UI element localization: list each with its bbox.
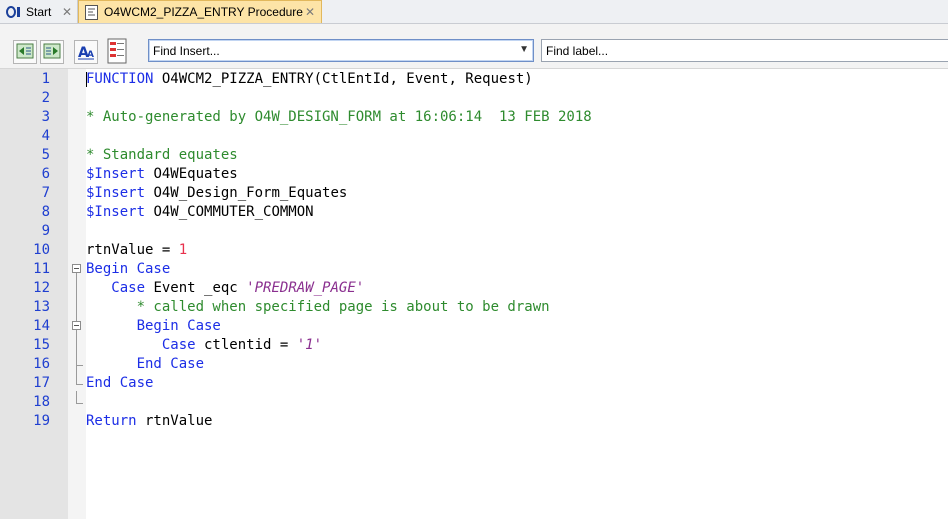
fold-toggle-line-14-icon[interactable] (72, 321, 81, 330)
outdent-icon (16, 43, 34, 62)
code-line[interactable]: $Insert O4W_Design_Form_Equates (86, 184, 347, 203)
code-line[interactable]: * called when specified page is about to… (86, 298, 550, 317)
line-number: 19 (33, 413, 50, 429)
code-token: O4W_Design_Form_Equates (145, 185, 348, 201)
line-number-gutter: 1 2 3 4 5 6 7 8 9 10 11 12 13 14 15 16 17 18 19 (0, 69, 68, 519)
event-list-button[interactable] (106, 38, 128, 66)
code-token: Case (161, 337, 196, 353)
code-token: Case (111, 280, 146, 296)
code-token: * Standard equates (86, 147, 238, 163)
fold-toggle-line-11-icon[interactable] (72, 264, 81, 273)
fold-end-line-17 (76, 384, 83, 385)
find-label-value: Find label... (546, 44, 609, 58)
line-number: 11 (33, 261, 50, 277)
code-token: * Auto-generated by O4W_DESIGN_FORM at 1… (86, 109, 592, 125)
line-number: 9 (41, 223, 50, 239)
toolbar: A A Find Insert... ▼ Find label... (0, 24, 948, 69)
code-token: $Insert (86, 185, 146, 201)
line-number: 8 (41, 204, 50, 220)
code-line[interactable]: Begin Case (86, 317, 221, 336)
font-size-icon: A A (77, 42, 95, 63)
indent-icon (43, 43, 61, 62)
code-line[interactable]: Return rtnValue (86, 412, 212, 431)
code-token: rtnValue = (86, 242, 179, 258)
find-label-dropdown[interactable]: Find label... (541, 39, 948, 62)
outdent-button[interactable] (13, 40, 37, 64)
line-number: 6 (41, 166, 50, 182)
line-number: 2 (41, 90, 50, 106)
line-number: 10 (33, 242, 50, 258)
code-token: rtnValue (136, 413, 213, 429)
code-line[interactable]: $Insert O4WEquates (86, 165, 238, 184)
code-line[interactable]: Begin Case (86, 260, 170, 279)
code-token: 1 (178, 242, 188, 258)
font-size-button[interactable]: A A (74, 40, 98, 64)
fold-guide-line-18 (76, 391, 77, 403)
code-editor[interactable]: 1 2 3 4 5 6 7 8 9 10 11 12 13 14 15 16 17 18 19 FUNCTION O… (0, 69, 948, 519)
code-token: FUNCTION (86, 71, 154, 87)
line-number: 1 (41, 71, 50, 87)
tab-start[interactable]: Start ✕ (0, 0, 78, 23)
procedure-document-icon (85, 4, 98, 20)
find-insert-dropdown[interactable]: Find Insert... ▼ (148, 39, 534, 62)
code-token: O4W_COMMUTER_COMMON (145, 204, 314, 220)
line-number: 13 (33, 299, 50, 315)
code-line[interactable]: rtnValue = 1 (86, 241, 187, 260)
chevron-down-icon[interactable]: ▼ (519, 44, 529, 55)
code-token: Begin Case (136, 318, 221, 334)
code-line[interactable]: Case Event _eqc 'PREDRAW_PAGE' (86, 279, 364, 298)
code-line[interactable]: Case ctlentid = '1' (86, 336, 322, 355)
code-token: Event _eqc (145, 280, 247, 296)
line-number: 7 (41, 185, 50, 201)
code-token: O4WEquates (145, 166, 238, 182)
line-number: 15 (33, 337, 50, 353)
tab-start-label: Start (26, 4, 52, 19)
fold-end-line-16 (76, 365, 83, 366)
code-line[interactable]: * Standard equates (86, 146, 238, 165)
line-number: 5 (41, 147, 50, 163)
code-token: * called when specified page is about to… (86, 299, 550, 315)
code-token: $Insert (86, 166, 146, 182)
code-line[interactable]: End Case (86, 374, 153, 393)
code-line[interactable]: $Insert O4W_COMMUTER_COMMON (86, 203, 314, 222)
code-token: 'PREDRAW_PAGE' (246, 280, 365, 296)
line-number: 3 (41, 109, 50, 125)
fold-margin (68, 69, 86, 519)
close-tab-start-icon[interactable]: ✕ (62, 5, 72, 19)
code-token: End Case (86, 375, 154, 391)
code-line[interactable]: End Case (86, 355, 204, 374)
line-number: 18 (33, 394, 50, 410)
line-number: 16 (33, 356, 50, 372)
indent-button[interactable] (40, 40, 64, 64)
code-token: Return (86, 413, 137, 429)
line-number: 12 (33, 280, 50, 296)
line-number: 4 (41, 128, 50, 144)
tab-bar: Start ✕ O4WCM2_PIZZA_ENTRY Procedure ✕ (0, 0, 948, 24)
line-number: 14 (33, 318, 50, 334)
close-tab-procedure-icon[interactable]: ✕ (305, 5, 315, 19)
line-number: 17 (33, 375, 50, 391)
code-token: End Case (136, 356, 205, 372)
code-token: '1' (296, 337, 323, 353)
code-token: $Insert (86, 204, 146, 220)
code-line[interactable]: * Auto-generated by O4W_DESIGN_FORM at 1… (86, 108, 592, 127)
oi-logo-icon (6, 5, 22, 18)
code-token: ctlentid = (195, 337, 297, 353)
code-token: O4WCM2_PIZZA_ENTRY(CtlEntId, Event, Requ… (153, 71, 533, 87)
event-list-icon (107, 38, 127, 67)
tab-procedure-label: O4WCM2_PIZZA_ENTRY Procedure (104, 5, 303, 19)
code-line[interactable]: FUNCTION O4WCM2_PIZZA_ENTRY(CtlEntId, Ev… (86, 70, 533, 89)
text-caret (86, 72, 87, 87)
tab-procedure[interactable]: O4WCM2_PIZZA_ENTRY Procedure ✕ (78, 0, 322, 23)
code-token: Begin Case (86, 261, 171, 277)
find-insert-value: Find Insert... (153, 44, 220, 58)
fold-end-line-18 (76, 403, 83, 404)
